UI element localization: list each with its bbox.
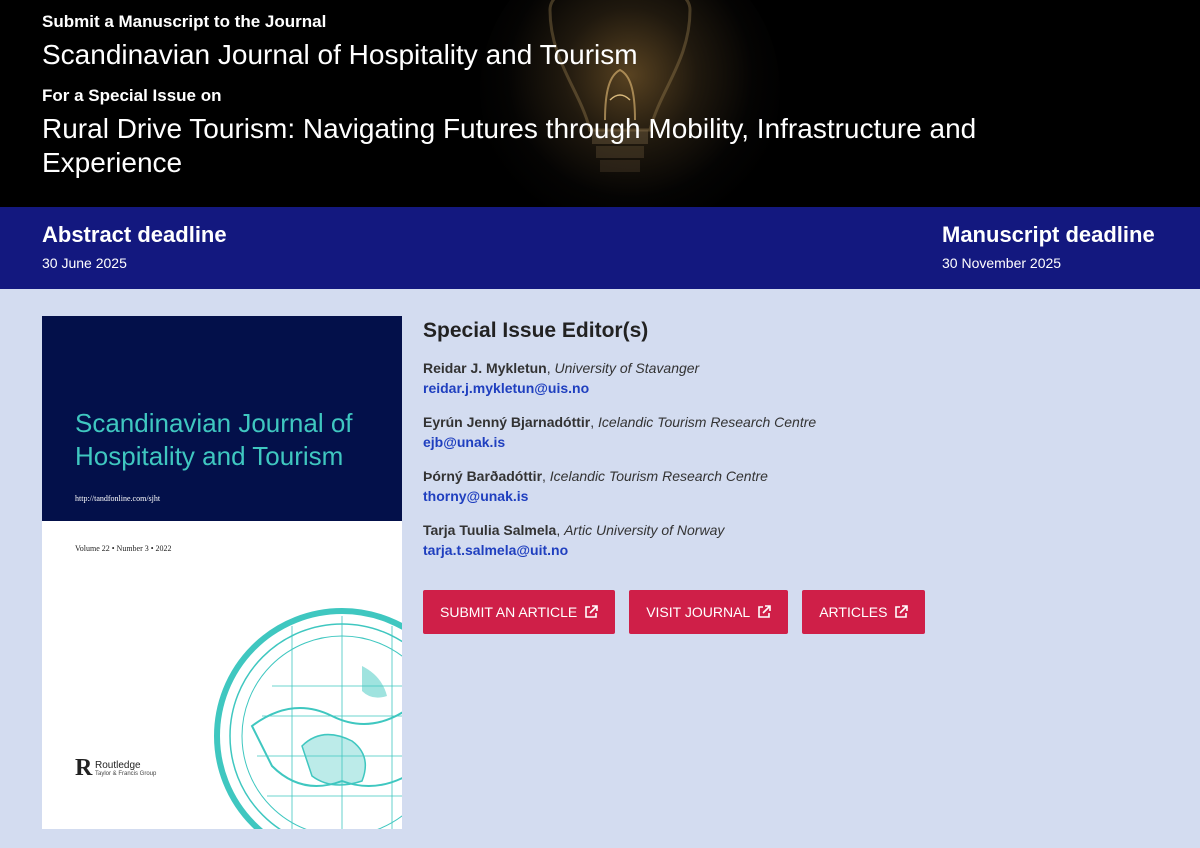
visit-journal-label: Visit journal [646, 604, 751, 620]
editor-affiliation: Icelandic Tourism Research Centre [598, 414, 817, 430]
abstract-deadline-label: Abstract deadline [42, 222, 227, 247]
editor-affiliation: University of Stavanger [554, 360, 700, 376]
editor-affiliation: Icelandic Tourism Research Centre [549, 468, 768, 484]
editor-name: Reidar J. Mykletun [423, 360, 547, 376]
editor-entry: Þórný Barðadóttir, Icelandic Tourism Res… [423, 468, 768, 506]
editor-name: Þórný Barðadóttir [423, 468, 543, 484]
submit-article-label: Submit an article [440, 604, 578, 620]
special-issue-editors: Special Issue Editor(s) Reidar J. Myklet… [423, 316, 1123, 574]
editor-list: Reidar J. Mykletun, University of Stavan… [423, 358, 1123, 560]
editor-name: Eyrún Jenný Bjarnadóttir [423, 414, 591, 430]
editor-affiliation: Artic University of Norway [564, 522, 725, 538]
deadline-bar: Abstract deadline 30 June 2025 Manuscrip… [0, 207, 1200, 289]
cover-volume: Volume 22 • Number 3 • 2022 [75, 544, 172, 553]
cover-url: http://tandfonline.com/sjht [75, 494, 161, 503]
submit-article-button[interactable]: Submit an article [423, 590, 616, 634]
hero-kicker: Submit a Manuscript to the Journal [42, 12, 327, 31]
manuscript-deadline-label: Manuscript deadline [942, 222, 1155, 247]
journal-cover-image: Scandinavian Journal of Hospitality and … [42, 316, 402, 829]
publisher-name: Routledge [95, 759, 141, 771]
editor-email-link[interactable]: thorny@unak.is [423, 486, 528, 506]
external-link-icon [757, 605, 772, 619]
editors-heading: Special Issue Editor(s) [423, 319, 649, 342]
hero-text: Submit a Manuscript to the Journal Scand… [42, 10, 1102, 180]
editor-entry: Eyrún Jenný Bjarnadóttir, Icelandic Tour… [423, 414, 817, 452]
special-issue-label: For a Special Issue on [42, 86, 222, 105]
editor-entry: Reidar J. Mykletun, University of Stavan… [423, 360, 700, 398]
articles-label: Articles [819, 604, 888, 620]
external-link-icon [584, 605, 599, 619]
special-issue-title: Rural Drive Tourism: Navigating Futures … [42, 113, 977, 178]
editor-entry: Tarja Tuulia Salmela, Artic University o… [423, 522, 725, 560]
routledge-r-icon: R [75, 755, 93, 781]
external-link-icon [894, 605, 909, 619]
world-map-illustration [214, 608, 402, 829]
manuscript-deadline-date: 30 November 2025 [942, 255, 1062, 271]
visit-journal-button[interactable]: Visit journal [629, 590, 789, 634]
publisher-subtitle: Taylor & Francis Group [95, 770, 157, 777]
abstract-deadline: Abstract deadline 30 June 2025 [42, 221, 227, 271]
cover-title: Scandinavian Journal of Hospitality and … [75, 408, 353, 471]
editor-email-link[interactable]: ejb@unak.is [423, 432, 505, 452]
editor-email-link[interactable]: reidar.j.mykletun@uis.no [423, 378, 589, 398]
action-buttons: Submit an article Visit journal Articles [423, 590, 926, 634]
abstract-deadline-date: 30 June 2025 [42, 255, 127, 271]
manuscript-deadline: Manuscript deadline 30 November 2025 [942, 221, 1155, 271]
hero-journal-name: Scandinavian Journal of Hospitality and … [42, 39, 638, 70]
routledge-logo: R Routledge Taylor & Francis Group [75, 756, 156, 780]
editor-name: Tarja Tuulia Salmela [423, 522, 557, 538]
articles-button[interactable]: Articles [802, 590, 926, 634]
editor-email-link[interactable]: tarja.t.salmela@uit.no [423, 540, 568, 560]
hero-banner: Submit a Manuscript to the Journal Scand… [0, 0, 1200, 207]
